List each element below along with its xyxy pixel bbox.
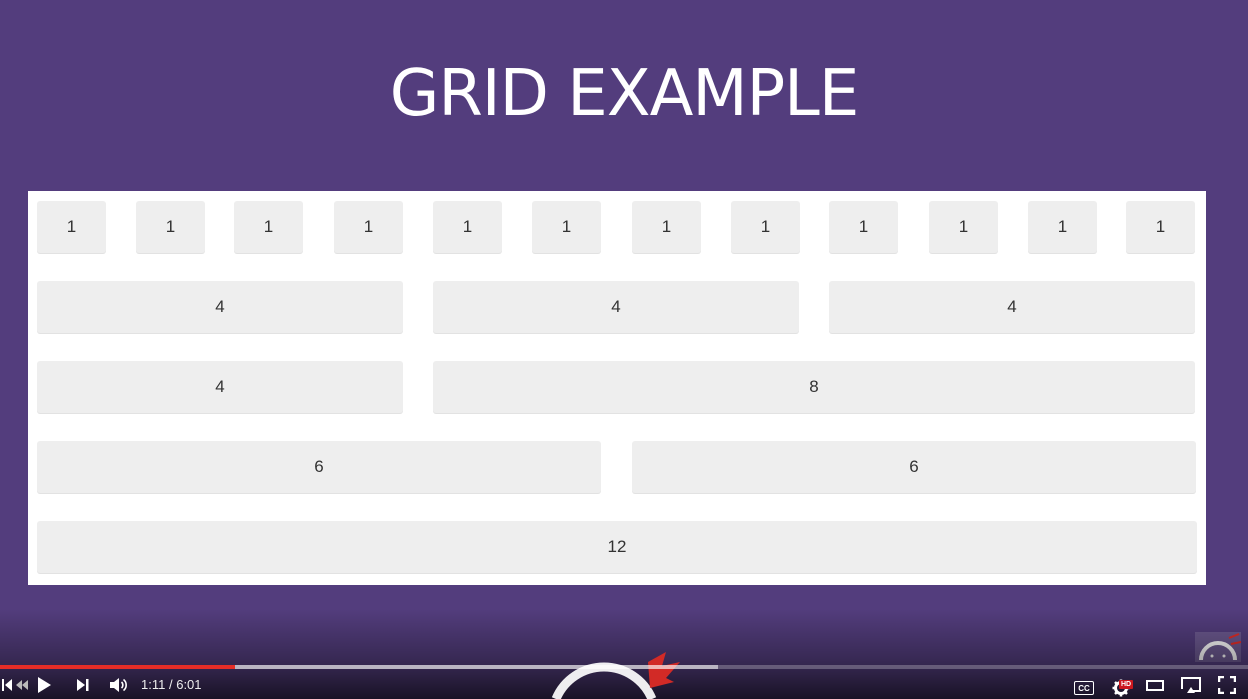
theater-mode-button[interactable] — [1144, 674, 1166, 696]
subtitles-button[interactable]: CC — [1074, 681, 1094, 695]
grid-cell-col-8: 8 — [433, 361, 1195, 413]
grid-cell-col-1: 1 — [1028, 201, 1097, 253]
grid-example-panel: 1 1 1 1 1 1 1 1 1 1 1 1 4 4 4 4 8 6 6 12 — [28, 191, 1206, 585]
grid-cell-col-6: 6 — [632, 441, 1196, 493]
grid-cell-col-1: 1 — [37, 201, 106, 253]
duration: 6:01 — [176, 677, 202, 692]
fullscreen-icon — [1218, 676, 1236, 694]
grid-cell-col-1: 1 — [1126, 201, 1195, 253]
grid-cell-col-1: 1 — [829, 201, 898, 253]
cast-button[interactable] — [1178, 674, 1204, 696]
grid-cell-col-1: 1 — [334, 201, 403, 253]
hd-badge: HD — [1119, 680, 1134, 689]
progress-bar[interactable] — [0, 665, 1248, 669]
grid-cell-col-4: 4 — [37, 361, 403, 413]
play-button[interactable] — [34, 674, 54, 696]
grid-cell-col-4: 4 — [433, 281, 799, 333]
time-separator: / — [168, 677, 173, 692]
skip-next-icon — [77, 679, 89, 691]
previous-button[interactable] — [0, 674, 14, 696]
skip-previous-icon — [2, 679, 12, 691]
volume-button[interactable] — [108, 674, 128, 696]
grid-cell-col-1: 1 — [929, 201, 998, 253]
player-controls: 1:11 / 6:01 — [0, 672, 1248, 699]
grid-cell-col-6: 6 — [37, 441, 601, 493]
grid-cell-col-1: 1 — [234, 201, 303, 253]
cast-icon — [1181, 677, 1201, 693]
grid-cell-col-4: 4 — [37, 281, 403, 333]
grid-cell-col-1: 1 — [532, 201, 601, 253]
progress-played — [0, 665, 235, 669]
current-time: 1:11 — [141, 677, 166, 692]
grid-cell-col-1: 1 — [136, 201, 205, 253]
slide-title: GRID EXAMPLE — [389, 57, 860, 131]
theater-icon — [1146, 680, 1164, 691]
volume-icon — [110, 678, 127, 692]
grid-cell-col-1: 1 — [731, 201, 800, 253]
grid-cell-col-1: 1 — [433, 201, 502, 253]
next-button[interactable] — [74, 674, 92, 696]
grid-cell-col-1: 1 — [632, 201, 701, 253]
fullscreen-button[interactable] — [1216, 674, 1238, 696]
time-display: 1:11 / 6:01 — [141, 677, 202, 692]
rewind-button[interactable] — [14, 674, 30, 696]
play-icon — [38, 677, 51, 693]
grid-cell-col-4: 4 — [829, 281, 1195, 333]
rewind-icon — [16, 680, 28, 690]
grid-cell-col-12: 12 — [37, 521, 1197, 573]
